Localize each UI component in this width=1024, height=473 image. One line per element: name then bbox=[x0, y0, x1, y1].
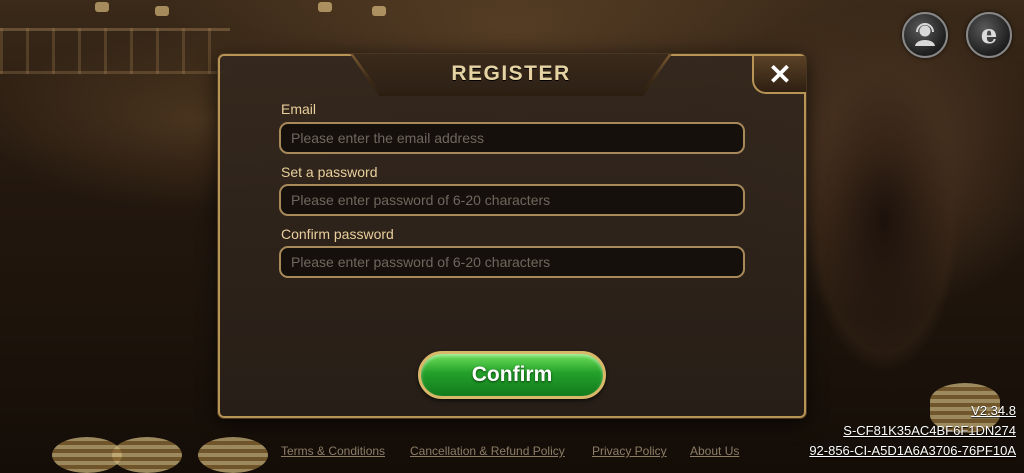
refund-policy-link[interactable]: Cancellation & Refund Policy bbox=[410, 444, 565, 458]
ceiling-lamp bbox=[155, 6, 169, 16]
about-us-link[interactable]: About Us bbox=[690, 444, 739, 458]
ceiling-lamp bbox=[372, 6, 386, 16]
user-avatar-icon[interactable] bbox=[902, 12, 948, 58]
terms-link[interactable]: Terms & Conditions bbox=[281, 444, 385, 458]
version-number: V2.34.8 bbox=[971, 403, 1016, 418]
browser-e-icon[interactable]: e bbox=[966, 12, 1012, 58]
confirm-button[interactable]: Confirm bbox=[418, 351, 606, 399]
password-label: Set a password bbox=[281, 164, 378, 180]
password-field[interactable] bbox=[279, 184, 745, 216]
privacy-policy-link[interactable]: Privacy Policy bbox=[592, 444, 667, 458]
user-silhouette-icon bbox=[915, 23, 935, 46]
email-field[interactable] bbox=[279, 122, 745, 154]
background-figure bbox=[784, 20, 984, 440]
balcony-railing bbox=[0, 28, 230, 74]
browser-e-glyph: e bbox=[980, 20, 998, 50]
build-id: 92-856-CI-A5D1A6A3706-76PF10A bbox=[809, 443, 1016, 458]
chip-stack bbox=[198, 437, 268, 473]
close-button[interactable]: ✕ bbox=[752, 56, 806, 94]
device-id: S-CF81K35AC4BF6F1DN274 bbox=[843, 423, 1016, 438]
ceiling-lamp bbox=[95, 2, 109, 12]
email-label: Email bbox=[281, 101, 317, 117]
confirm-password-field[interactable] bbox=[279, 246, 745, 278]
chip-stack bbox=[112, 437, 182, 473]
ceiling-lamp bbox=[318, 2, 332, 12]
confirm-button-label: Confirm bbox=[471, 363, 553, 386]
dialog-title: REGISTER bbox=[451, 61, 571, 85]
confirm-password-label: Confirm password bbox=[281, 226, 394, 242]
title-plate: REGISTER bbox=[353, 54, 669, 93]
close-icon: ✕ bbox=[768, 58, 792, 90]
